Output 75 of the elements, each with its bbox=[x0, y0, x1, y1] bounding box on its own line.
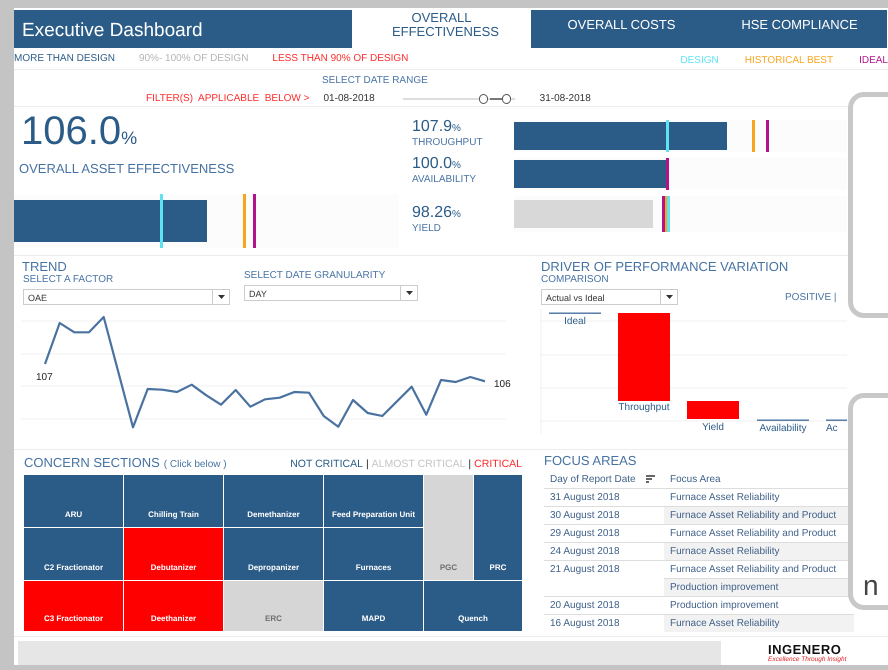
treemap-tile[interactable]: PRC bbox=[474, 475, 522, 580]
legend-label: DESIGN bbox=[680, 54, 719, 68]
treemap-tile[interactable]: ERC bbox=[224, 581, 323, 631]
date-value: 01-08-2018 bbox=[323, 92, 375, 106]
section-title: TREND bbox=[21, 259, 68, 274]
caret-icon bbox=[666, 295, 672, 299]
separator-text: | bbox=[468, 457, 472, 472]
factor-value: 107.9% bbox=[412, 119, 462, 137]
factor-value: 100.0% bbox=[412, 156, 462, 174]
dropdown[interactable]: DAY bbox=[244, 285, 418, 301]
separator-text: | bbox=[366, 457, 369, 472]
data-label: 107 bbox=[36, 372, 53, 383]
tab[interactable]: OVERALL COSTS bbox=[531, 10, 712, 48]
treemap-tile[interactable]: MAPD bbox=[324, 581, 423, 631]
section-title: DRIVER OF PERFORMANCE VARIATION bbox=[541, 259, 790, 274]
legend-label: ALMOST CRITICAL bbox=[372, 457, 466, 472]
data-label: 106 bbox=[494, 379, 511, 390]
treemap-tile[interactable]: Demethanizer bbox=[224, 475, 323, 527]
headline-label: OVERALL ASSET EFFECTIVENESS bbox=[18, 160, 236, 178]
treemap-tile[interactable]: Debutanizer bbox=[124, 528, 223, 580]
field-label: COMPARISON bbox=[541, 274, 610, 286]
treemap-tile[interactable]: Quench bbox=[424, 581, 522, 631]
factor-label: THROUGHPUT bbox=[412, 137, 484, 148]
category-label: Ideal bbox=[564, 316, 586, 327]
treemap-tile[interactable]: Depropanizer bbox=[224, 528, 323, 580]
table-cell: 20 August 2018 bbox=[544, 596, 664, 614]
category-label: Availability bbox=[759, 423, 807, 434]
filter-heading: SELECT DATE RANGE bbox=[322, 75, 428, 86]
filter-note: FILTER(S) APPLICABLE BELOW > bbox=[146, 92, 310, 106]
category-label: Yield bbox=[702, 422, 724, 433]
treemap-tile[interactable]: Deethanizer bbox=[124, 581, 223, 631]
logo-text: INGENERO bbox=[768, 643, 842, 656]
section-title: CONCERN SECTIONS bbox=[24, 454, 160, 472]
legend-label: IDEAL bbox=[859, 54, 888, 68]
date-value: 31-08-2018 bbox=[540, 92, 591, 106]
legend-label: MORE THAN DESIGN bbox=[14, 52, 115, 66]
legend-label: HISTORICAL BEST bbox=[744, 54, 834, 68]
field-label: SELECT DATE GRANULARITY bbox=[244, 270, 386, 282]
tab[interactable]: HSE COMPLIANCE bbox=[712, 10, 887, 48]
legend-label: CRITICAL bbox=[474, 457, 522, 472]
legend-label: NOT CRITICAL bbox=[290, 457, 363, 472]
category-label: Ac bbox=[826, 423, 838, 434]
dashboard-title: Executive Dashboard bbox=[14, 10, 352, 48]
section-title: FOCUS AREAS bbox=[544, 453, 638, 468]
slider-handle[interactable] bbox=[502, 94, 511, 104]
column-header[interactable]: Day of Report Date bbox=[550, 474, 636, 485]
legend-label: 90%- 100% OF DESIGN bbox=[138, 52, 248, 66]
hint-text: ( Click below ) bbox=[164, 458, 227, 472]
treemap-tile[interactable]: C3 Fractionator bbox=[24, 581, 123, 631]
legend-label: LESS THAN 90% OF DESIGN bbox=[272, 52, 408, 66]
factor-label: YIELD bbox=[412, 223, 442, 234]
treemap-tile[interactable]: Feed Preparation Unit bbox=[324, 475, 423, 527]
caret-icon bbox=[218, 295, 224, 299]
factor-label: AVAILABILITY bbox=[412, 174, 478, 185]
treemap-tile[interactable]: Furnaces bbox=[324, 528, 423, 580]
category-label: Throughput bbox=[618, 402, 670, 413]
field-label: SELECT A FACTOR bbox=[23, 274, 114, 286]
factor-value: 98.26% bbox=[412, 205, 462, 223]
column-header[interactable]: Focus Area bbox=[670, 474, 721, 485]
treemap-tile[interactable]: ARU bbox=[24, 475, 123, 527]
table-cell: Furnace Asset Reliability bbox=[664, 614, 854, 632]
treemap-tile[interactable]: Chilling Train bbox=[124, 475, 223, 527]
table-cell: 21 August 2018 bbox=[544, 560, 664, 578]
legend-label: POSITIVE | bbox=[785, 290, 836, 304]
dropdown[interactable]: OAE bbox=[23, 289, 230, 305]
panel-text: n bbox=[863, 569, 879, 603]
slider-handle[interactable] bbox=[479, 94, 488, 104]
dropdown[interactable]: Actual vs Ideal bbox=[541, 289, 678, 305]
headline-value: 106.0% bbox=[20, 111, 138, 155]
table-cell: 31 August 2018 bbox=[544, 488, 664, 506]
sort-icon[interactable] bbox=[646, 475, 655, 484]
treemap-tile[interactable]: C2 Fractionator bbox=[24, 528, 123, 580]
table-cell: 29 August 2018 bbox=[544, 524, 664, 542]
treemap-tile[interactable]: PGC bbox=[424, 475, 473, 580]
caret-icon bbox=[406, 291, 412, 295]
